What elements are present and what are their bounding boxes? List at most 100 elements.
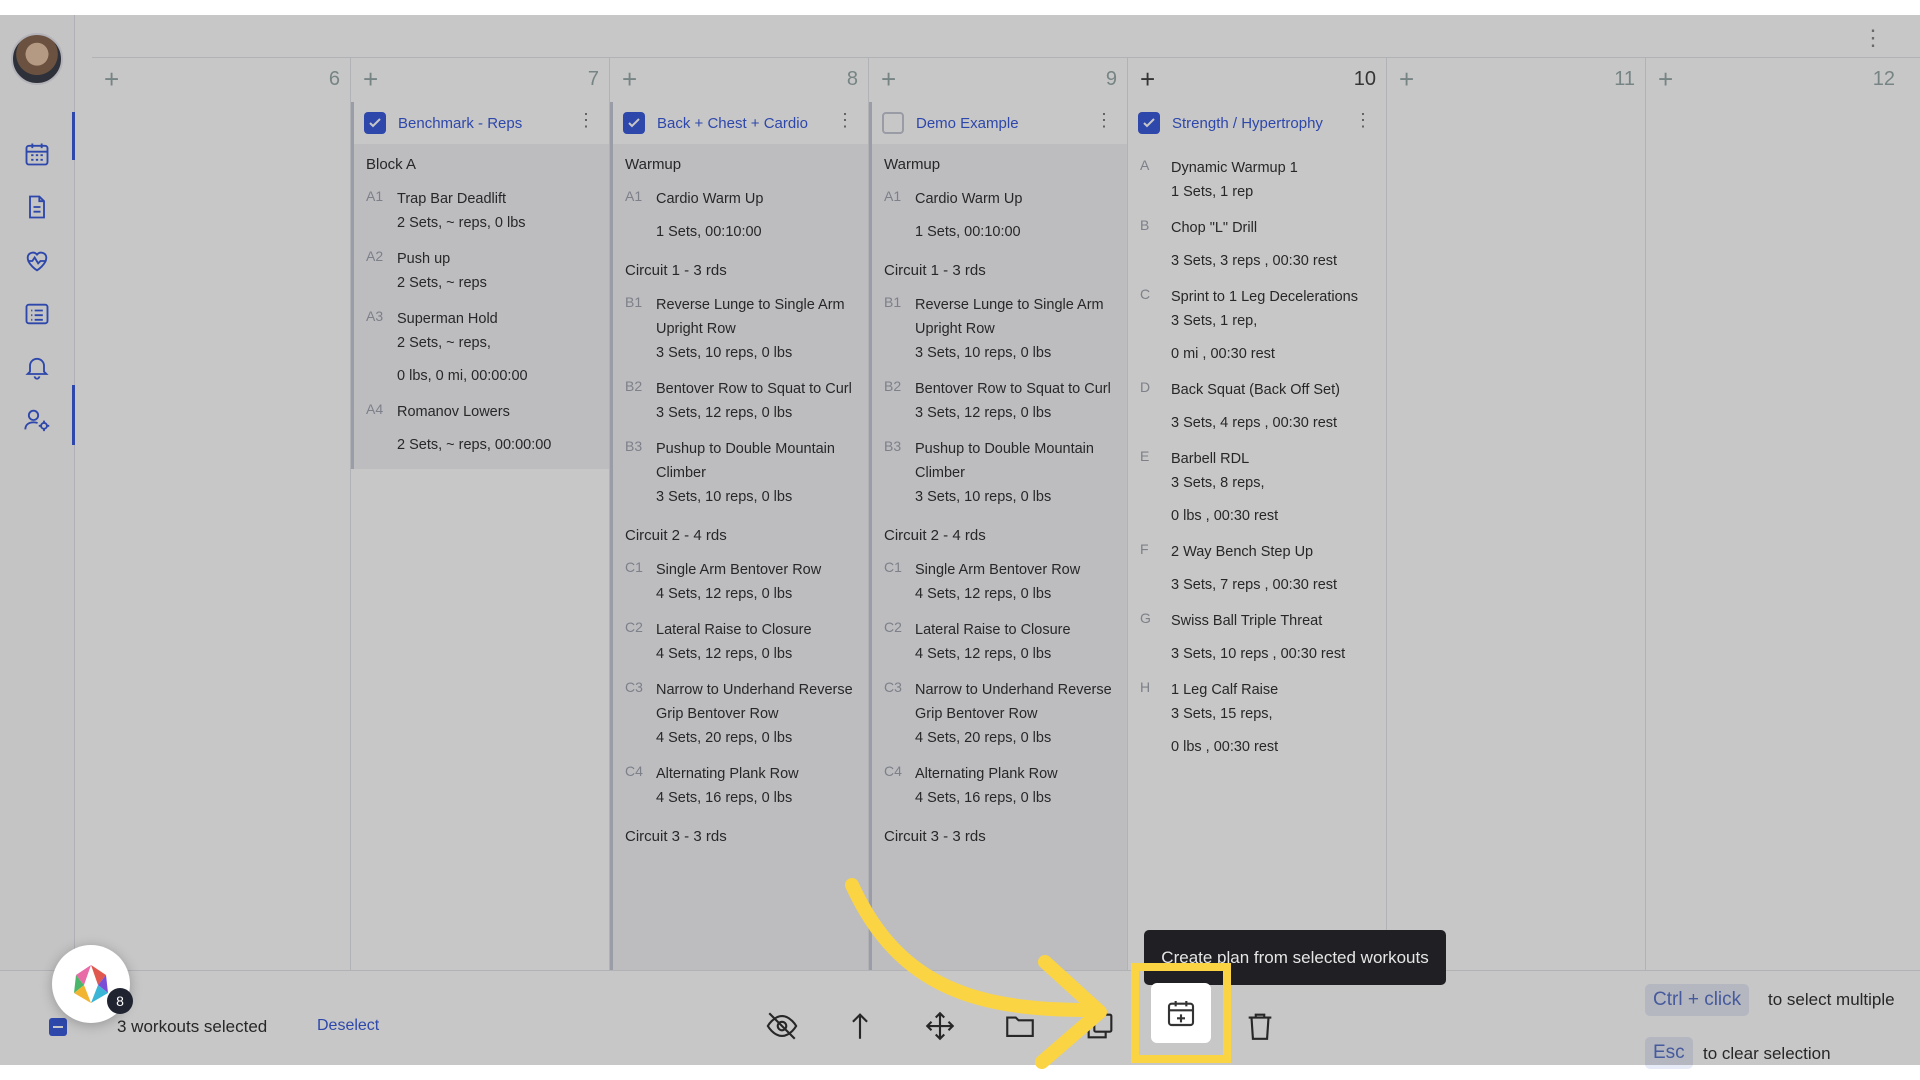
exercise-details: 0 lbs , 00:30 rest xyxy=(1171,739,1279,755)
workout-menu-icon[interactable]: ⋮ xyxy=(577,110,595,131)
exercise-item[interactable]: G Swiss Ball Triple Threat 3 Sets, 10 reps… xyxy=(1128,603,1386,672)
day-header: + 9 xyxy=(869,58,1127,102)
deselect-link[interactable]: Deselect xyxy=(317,1017,379,1035)
exercise-label: B1 xyxy=(884,294,902,310)
exercise-item[interactable]: C2 Lateral Raise to Closure 4 Sets, 12 rep… xyxy=(872,612,1127,672)
exercise-item[interactable]: A Dynamic Warmup 1 1 Sets, 1 rep xyxy=(1128,150,1386,210)
exercise-item[interactable]: B Chop "L" Drill 3 Sets, 3 reps , 00:30 re… xyxy=(1128,210,1386,279)
workout-card[interactable]: Back + Chest + Cardio ⋮ Warmup A1 Cardio … xyxy=(610,102,868,1065)
workout-menu-icon[interactable]: ⋮ xyxy=(836,110,854,131)
exercise-item[interactable]: A1 Cardio Warm Up 1 Sets, 00:10:00 xyxy=(613,181,868,250)
exercise-name: Reverse Lunge to Single Arm Upright Row xyxy=(656,297,845,337)
workout-title[interactable]: Benchmark - Reps xyxy=(398,115,522,132)
move-icon[interactable] xyxy=(918,1004,962,1048)
exercise-details: 4 Sets, 12 reps, 0 lbs xyxy=(915,586,1052,602)
user-settings-icon[interactable] xyxy=(20,403,54,437)
exercise-item[interactable]: B1 Reverse Lunge to Single Arm Upright Ro… xyxy=(872,287,1127,371)
highlight-box xyxy=(1131,963,1231,1063)
exercise-item[interactable]: C1 Single Arm Bentover Row 4 Sets, 12 reps… xyxy=(613,552,868,612)
document-icon[interactable] xyxy=(20,190,54,224)
workout-title[interactable]: Demo Example xyxy=(916,115,1019,132)
block-title: Block A xyxy=(366,156,417,173)
shortcut-key-esc: Esc xyxy=(1645,1037,1693,1069)
copy-icon[interactable] xyxy=(1078,1004,1122,1048)
exercise-label: B3 xyxy=(884,438,902,454)
exercise-details: 3 Sets, 10 reps , 00:30 rest xyxy=(1171,646,1346,662)
exercise-name: Pushup to Double Mountain Climber xyxy=(915,441,1094,481)
exercise-item[interactable]: F 2 Way Bench Step Up 3 Sets, 7 reps , 00:… xyxy=(1128,534,1386,603)
exercise-name: 1 Leg Calf Raise xyxy=(1171,682,1279,698)
exercise-label: G xyxy=(1140,610,1151,626)
exercise-details: 4 Sets, 12 reps, 0 lbs xyxy=(656,646,793,662)
more-options-icon[interactable]: ⋮ xyxy=(1862,25,1884,51)
list-icon[interactable] xyxy=(20,297,54,331)
exercise-item[interactable]: A3 Superman Hold 2 Sets, ~ reps, 0 lbs, 0 m… xyxy=(354,301,609,394)
workout-select-checkbox[interactable] xyxy=(882,112,904,134)
nav-scroll-indicator xyxy=(72,385,75,445)
workout-card[interactable]: Demo Example ⋮ Warmup A1 Cardio Warm Up 1 … xyxy=(869,102,1127,1065)
workout-select-checkbox[interactable] xyxy=(364,112,386,134)
bell-icon[interactable] xyxy=(20,350,54,384)
folder-icon[interactable] xyxy=(998,1004,1042,1048)
workout-card-header: Back + Chest + Cardio ⋮ xyxy=(613,102,868,144)
exercise-item[interactable]: C Sprint to 1 Leg Decelerations 3 Sets, 1 … xyxy=(1128,279,1386,372)
exercise-item[interactable]: A1 Trap Bar Deadlift 2 Sets, ~ reps, 0 lbs xyxy=(354,181,609,241)
exercise-item[interactable]: D Back Squat (Back Off Set) 3 Sets, 4 reps… xyxy=(1128,372,1386,441)
add-workout-icon[interactable]: + xyxy=(1658,64,1673,95)
avatar[interactable] xyxy=(11,33,63,85)
exercise-item[interactable]: E Barbell RDL 3 Sets, 8 reps, 0 lbs , 00:30… xyxy=(1128,441,1386,534)
upload-icon[interactable] xyxy=(838,1004,882,1048)
workout-title[interactable]: Strength / Hypertrophy xyxy=(1172,115,1323,132)
exercise-details: 0 lbs, 0 mi, 00:00:00 xyxy=(397,368,528,384)
exercise-item[interactable]: A2 Push up 2 Sets, ~ reps xyxy=(354,241,609,301)
exercise-item[interactable]: C1 Single Arm Bentover Row 4 Sets, 12 reps… xyxy=(872,552,1127,612)
day-column: + 11 xyxy=(1387,58,1646,1065)
exercise-details: 1 Sets, 00:10:00 xyxy=(656,224,762,240)
exercise-item[interactable]: A1 Cardio Warm Up 1 Sets, 00:10:00 xyxy=(872,181,1127,250)
calendar-icon[interactable] xyxy=(20,137,54,171)
add-workout-icon[interactable]: + xyxy=(363,64,378,95)
add-workout-icon[interactable]: + xyxy=(1140,64,1155,95)
exercise-item[interactable]: C4 Alternating Plank Row 4 Sets, 16 reps, … xyxy=(613,756,868,816)
exercise-name: Reverse Lunge to Single Arm Upright Row xyxy=(915,297,1104,337)
day-header: + 10 xyxy=(1128,58,1386,102)
exercise-item[interactable]: C3 Narrow to Underhand Reverse Grip Bento… xyxy=(613,672,868,756)
workout-select-checkbox[interactable] xyxy=(1138,112,1160,134)
exercise-item[interactable]: C2 Lateral Raise to Closure 4 Sets, 12 rep… xyxy=(613,612,868,672)
workout-title[interactable]: Back + Chest + Cardio xyxy=(657,115,808,132)
exercise-label: C xyxy=(1140,286,1151,302)
exercise-item[interactable]: B2 Bentover Row to Squat to Curl 3 Sets, 1… xyxy=(613,371,868,431)
exercise-item[interactable]: B2 Bentover Row to Squat to Curl 3 Sets, 1… xyxy=(872,371,1127,431)
exercise-name: Sprint to 1 Leg Decelerations xyxy=(1171,289,1358,305)
heart-pulse-icon[interactable] xyxy=(20,244,54,278)
add-workout-icon[interactable]: + xyxy=(104,64,119,95)
exercise-item[interactable]: B3 Pushup to Double Mountain Climber 3 Set… xyxy=(613,431,868,515)
workout-card[interactable]: Benchmark - Reps ⋮ Block A A1 Trap Bar De… xyxy=(351,102,609,469)
exercise-details: 3 Sets, 12 reps, 0 lbs xyxy=(915,405,1052,421)
exercise-details: 2 Sets, ~ reps, 0 lbs xyxy=(397,215,526,231)
block-title: Circuit 3 - 3 rds xyxy=(625,828,727,845)
selection-indicator-checkbox[interactable] xyxy=(49,1018,67,1036)
day-number: 6 xyxy=(328,68,340,90)
exercise-item[interactable]: C4 Alternating Plank Row 4 Sets, 16 reps, … xyxy=(872,756,1127,816)
exercise-item[interactable]: C3 Narrow to Underhand Reverse Grip Bento… xyxy=(872,672,1127,756)
trash-icon[interactable] xyxy=(1238,1004,1282,1048)
exercise-label: C1 xyxy=(884,559,902,575)
exercise-label: A2 xyxy=(366,248,384,264)
add-workout-icon[interactable]: + xyxy=(881,64,896,95)
exercise-item[interactable]: A4 Romanov Lowers 2 Sets, ~ reps, 00:00:00 xyxy=(354,394,609,469)
add-workout-icon[interactable]: + xyxy=(1399,64,1414,95)
exercise-item[interactable]: B1 Reverse Lunge to Single Arm Upright Ro… xyxy=(613,287,868,371)
workout-menu-icon[interactable]: ⋮ xyxy=(1354,110,1372,131)
add-workout-icon[interactable]: + xyxy=(622,64,637,95)
exercise-details: 3 Sets, 10 reps, 0 lbs xyxy=(915,489,1052,505)
exercise-item[interactable]: H 1 Leg Calf Raise 3 Sets, 15 reps, 0 lbs ,… xyxy=(1128,672,1386,765)
exercise-name: Superman Hold xyxy=(397,311,498,327)
exercise-item[interactable]: B3 Pushup to Double Mountain Climber 3 Set… xyxy=(872,431,1127,515)
selected-count: 3 workouts selected xyxy=(117,1017,268,1036)
workout-select-checkbox[interactable] xyxy=(623,112,645,134)
workout-card-header: Demo Example ⋮ xyxy=(872,102,1127,144)
workout-menu-icon[interactable]: ⋮ xyxy=(1095,110,1113,131)
workout-card[interactable]: Strength / Hypertrophy ⋮ A Dynamic Warmup… xyxy=(1128,102,1386,765)
hide-icon[interactable] xyxy=(760,1004,804,1048)
